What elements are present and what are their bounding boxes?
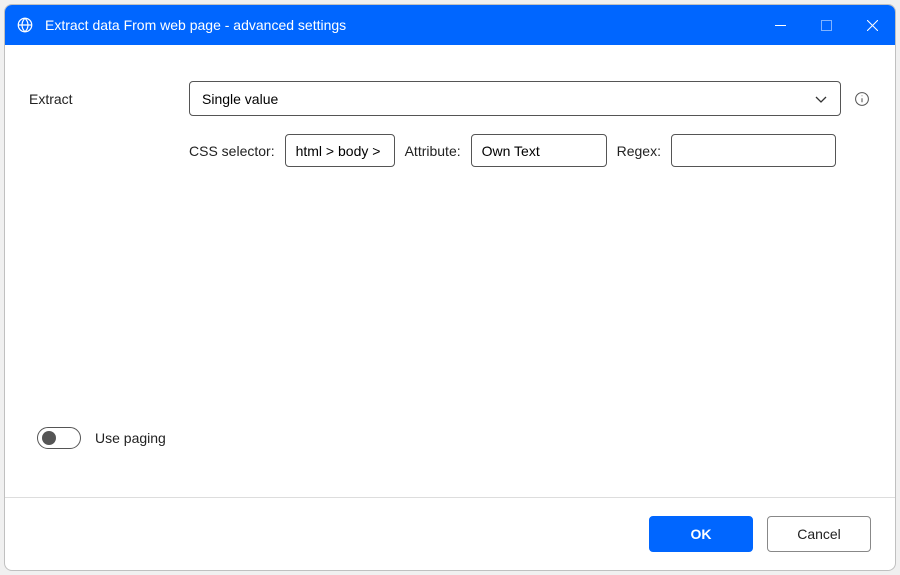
- chevron-down-icon: [814, 92, 828, 106]
- info-icon[interactable]: [853, 90, 871, 108]
- css-selector-input[interactable]: [285, 134, 395, 167]
- window-title: Extract data From web page - advanced se…: [45, 17, 757, 33]
- cancel-button[interactable]: Cancel: [767, 516, 871, 552]
- css-selector-label: CSS selector:: [189, 143, 275, 159]
- use-paging-label: Use paging: [95, 430, 166, 446]
- globe-icon: [15, 15, 35, 35]
- ok-button[interactable]: OK: [649, 516, 753, 552]
- minimize-button[interactable]: [757, 5, 803, 45]
- close-button[interactable]: [849, 5, 895, 45]
- extract-label: Extract: [29, 91, 189, 107]
- dialog-content: Extract Single value CSS se: [5, 45, 895, 497]
- dialog-window: Extract data From web page - advanced se…: [4, 4, 896, 571]
- window-controls: [757, 5, 895, 45]
- regex-input[interactable]: [671, 134, 836, 167]
- extract-dropdown-value: Single value: [202, 91, 278, 107]
- use-paging-toggle[interactable]: [37, 427, 81, 449]
- toggle-knob: [42, 431, 56, 445]
- regex-label: Regex:: [617, 143, 661, 159]
- attribute-input[interactable]: [471, 134, 607, 167]
- titlebar: Extract data From web page - advanced se…: [5, 5, 895, 45]
- attribute-label: Attribute:: [405, 143, 461, 159]
- extract-dropdown[interactable]: Single value: [189, 81, 841, 116]
- maximize-button[interactable]: [803, 5, 849, 45]
- dialog-footer: OK Cancel: [5, 497, 895, 570]
